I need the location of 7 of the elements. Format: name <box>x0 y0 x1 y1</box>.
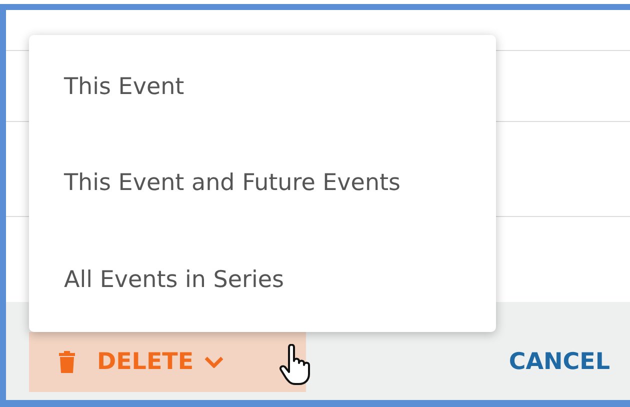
chevron-down-icon <box>204 356 224 368</box>
hand-cursor-icon <box>279 344 313 386</box>
menu-item[interactable]: This Event and Future Events <box>29 135 496 232</box>
menu-item[interactable]: This Event <box>29 39 496 136</box>
cancel-button[interactable]: CANCEL <box>508 332 610 392</box>
trash-icon <box>59 351 75 373</box>
menu-item[interactable]: All Events in Series <box>29 232 496 328</box>
